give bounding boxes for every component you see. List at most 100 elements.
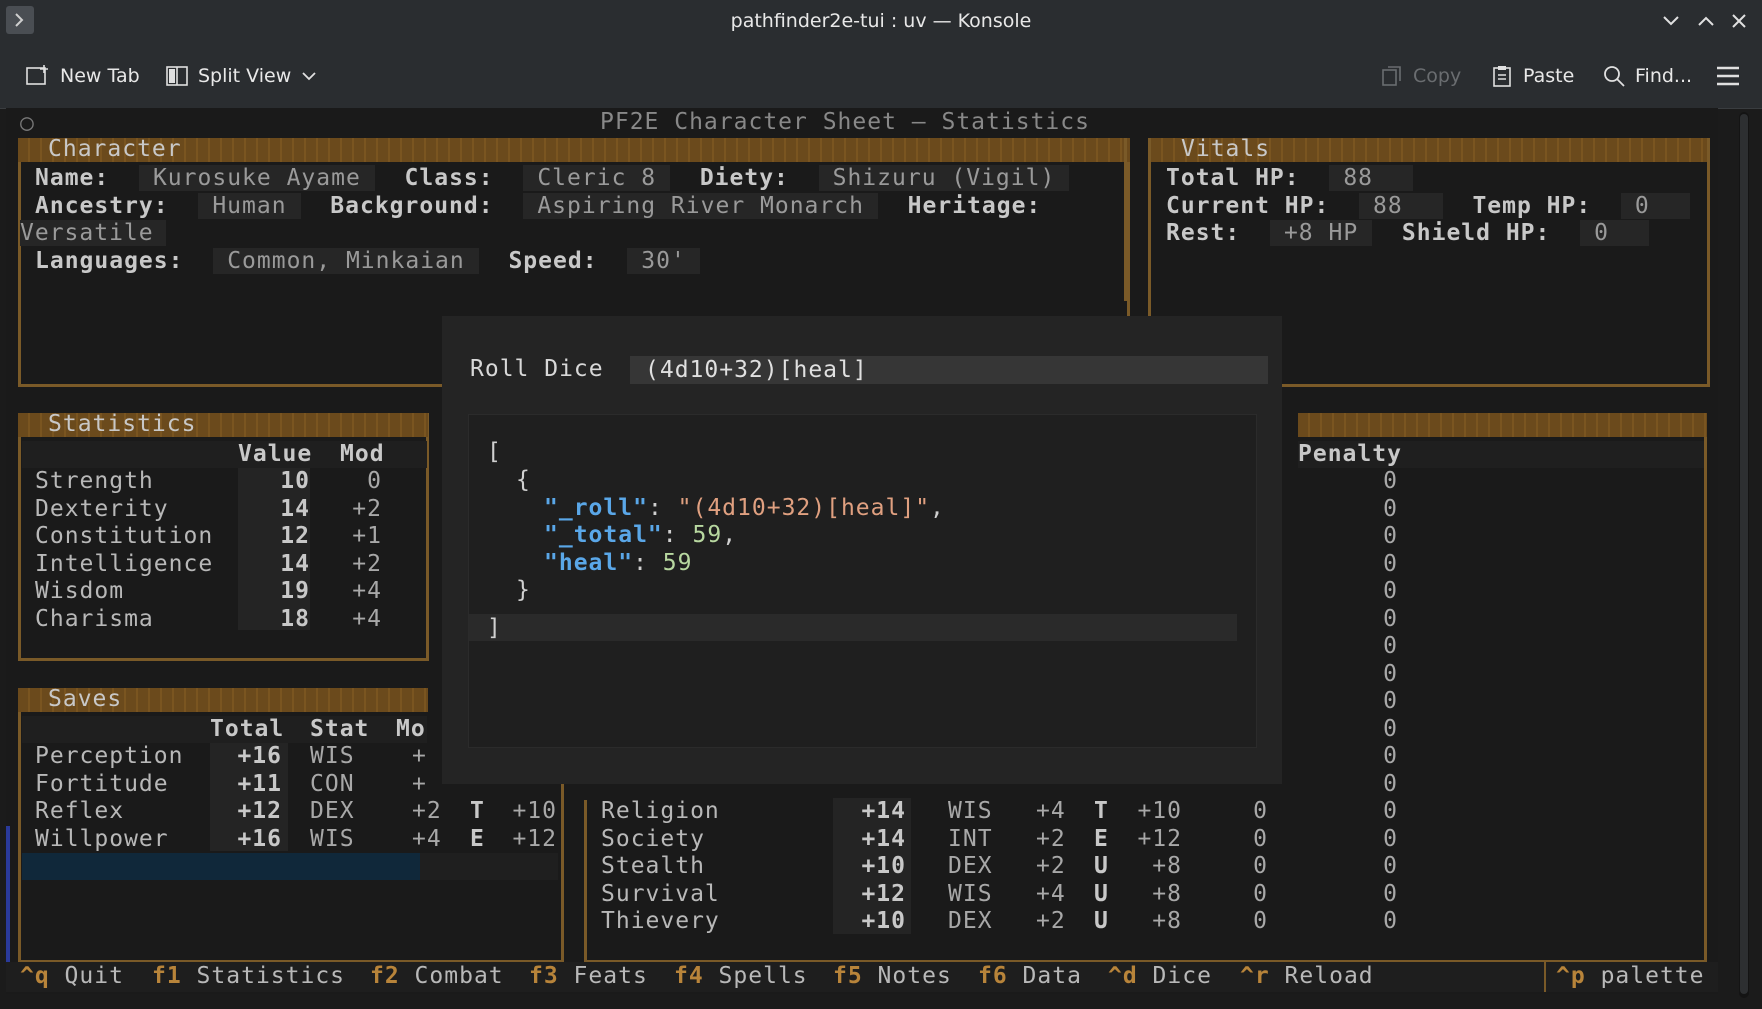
skill-total: +14: [861, 798, 906, 824]
diety-value: Shizuru (Vigil): [818, 165, 1070, 191]
footer-key-label: Notes: [862, 963, 952, 989]
app-title: PF2E Character Sheet — Statistics: [600, 109, 1090, 135]
search-icon: [1604, 66, 1625, 87]
save-mod: +2: [412, 798, 442, 824]
new-tab-button[interactable]: New Tab: [25, 60, 140, 92]
json-total-value: 59: [692, 522, 723, 548]
save-proficiency: E: [470, 825, 485, 852]
close-icon: [1732, 14, 1746, 28]
skill-item: 0: [1253, 798, 1268, 824]
footer-divider: [1544, 962, 1546, 992]
vitals-row-2: Current HP: 88 Temp HP: 0: [1166, 193, 1690, 220]
stat-mod: +1: [352, 523, 382, 549]
footer-key: ^q: [20, 963, 50, 989]
footer-keybinding[interactable]: ^d Dice: [1108, 963, 1212, 990]
footer-key-label: Feats: [558, 963, 648, 989]
roll-dice-dialog: Roll Dice (4d10+32)[heal] [ { "_roll": "…: [442, 316, 1282, 784]
hamburger-menu-button[interactable]: [1715, 60, 1741, 92]
copy-icon: [1382, 66, 1401, 86]
footer-keybinding[interactable]: f3 Feats: [529, 963, 648, 990]
json-heal-line: "heal": 59: [544, 550, 693, 576]
footer-key-label: Reload: [1269, 963, 1374, 989]
maximize-button[interactable]: [1695, 10, 1717, 32]
total-hp-label: Total HP:: [1166, 165, 1300, 191]
json-total-line: "_total": 59,: [544, 522, 738, 548]
saves-panel-header: Saves: [18, 686, 428, 712]
footer-keybinding[interactable]: ^r Reload: [1240, 963, 1374, 990]
stat-value: 19: [280, 578, 310, 604]
save-proficiency-value: +10: [512, 798, 557, 824]
footer-keybinding[interactable]: ^q Quit: [20, 963, 124, 990]
footer-keybinding[interactable]: f2 Combat: [370, 963, 504, 990]
name-label: Name:: [35, 165, 110, 191]
skill-mod: +4: [1036, 880, 1066, 907]
footer-keybinding[interactable]: f5 Notes: [833, 963, 952, 990]
ancestry-value: Human: [198, 193, 301, 219]
character-row-1: Name: Kurosuke Ayame Class: Cleric 8 Die…: [35, 165, 1070, 192]
rest-label: Rest:: [1166, 220, 1241, 246]
split-view-icon: [166, 66, 188, 86]
skill-mod: +2: [1036, 825, 1066, 852]
footer-key-label: Combat: [399, 963, 504, 989]
copy-button[interactable]: Copy: [1380, 60, 1461, 92]
palette-label: palette: [1600, 963, 1705, 989]
skill-penalty: 0: [1383, 715, 1398, 742]
skill-stat: DEX: [948, 853, 993, 879]
skill-penalty: 0: [1383, 825, 1398, 852]
stat-name: Dexterity: [35, 495, 169, 522]
json-close-bracket: ]: [487, 615, 502, 641]
stat-name: Strength: [35, 468, 154, 494]
minimize-button[interactable]: [1660, 10, 1682, 32]
skill-name: Religion: [601, 798, 720, 824]
background-value: Aspiring River Monarch: [523, 193, 878, 219]
find-button[interactable]: Find...: [1602, 60, 1692, 92]
vitals-header-label: Vitals: [1181, 136, 1271, 162]
terminal-scrollbar[interactable]: [1739, 112, 1749, 998]
skill-stat: DEX: [948, 908, 993, 934]
window-title: pathfinder2e-tui : uv — Konsole: [730, 10, 1032, 32]
save-name: Willpower: [35, 825, 169, 852]
json-heal-key: "heal": [544, 550, 634, 576]
shield-hp-value: 0: [1580, 220, 1649, 246]
character-row-4: Languages: Common, Minkaian Speed: 30': [35, 248, 700, 275]
save-proficiency: T: [470, 798, 485, 824]
speed-value: 30': [627, 248, 700, 274]
save-mod: +4: [412, 825, 442, 852]
total-hp-value: 88: [1329, 165, 1414, 191]
stat-value: 12: [280, 523, 310, 549]
stat-mod: +4: [352, 605, 382, 632]
palette-keybinding[interactable]: ^p palette: [1556, 963, 1705, 990]
skill-proficiency: U: [1094, 880, 1109, 907]
split-view-button[interactable]: Split View: [165, 60, 318, 92]
chevron-down-icon[interactable]: [300, 67, 318, 85]
skill-penalty: 0: [1383, 605, 1398, 632]
skill-item: 0: [1253, 908, 1268, 934]
stat-value: 18: [280, 605, 310, 632]
close-button[interactable]: [1728, 10, 1750, 32]
footer-key-label: Spells: [703, 963, 808, 989]
footer-key: f3: [529, 963, 559, 989]
skill-penalty: 0: [1383, 743, 1398, 769]
save-name: Reflex: [35, 798, 125, 824]
saves-selection-rest: [420, 853, 558, 880]
footer-keybinding[interactable]: f4 Spells: [674, 963, 808, 990]
save-name: Perception: [35, 743, 184, 769]
ancestry-label: Ancestry:: [35, 193, 169, 219]
footer-keybinding[interactable]: f1 Statistics: [152, 963, 345, 990]
skill-proficiency-value: +12: [1137, 825, 1182, 852]
paste-button[interactable]: Paste: [1490, 60, 1574, 92]
footer-keybinding[interactable]: f6 Data: [978, 963, 1082, 990]
roll-dice-label: Roll Dice: [470, 356, 604, 382]
footer-key-label: Statistics: [181, 963, 346, 989]
panel-divider: [1124, 138, 1127, 301]
footer-key: f6: [978, 963, 1008, 989]
footer-key: f2: [370, 963, 400, 989]
skill-total: +10: [861, 853, 906, 879]
skill-penalty: 0: [1383, 908, 1398, 934]
roll-dice-input[interactable]: (4d10+32)[heal]: [630, 356, 1268, 384]
scrollbar-thumb[interactable]: [1740, 114, 1748, 994]
chevron-up-icon: [1698, 16, 1714, 26]
save-col-total: Total: [210, 716, 285, 742]
save-stat: WIS: [310, 825, 355, 852]
saves-header-label: Saves: [48, 686, 123, 712]
